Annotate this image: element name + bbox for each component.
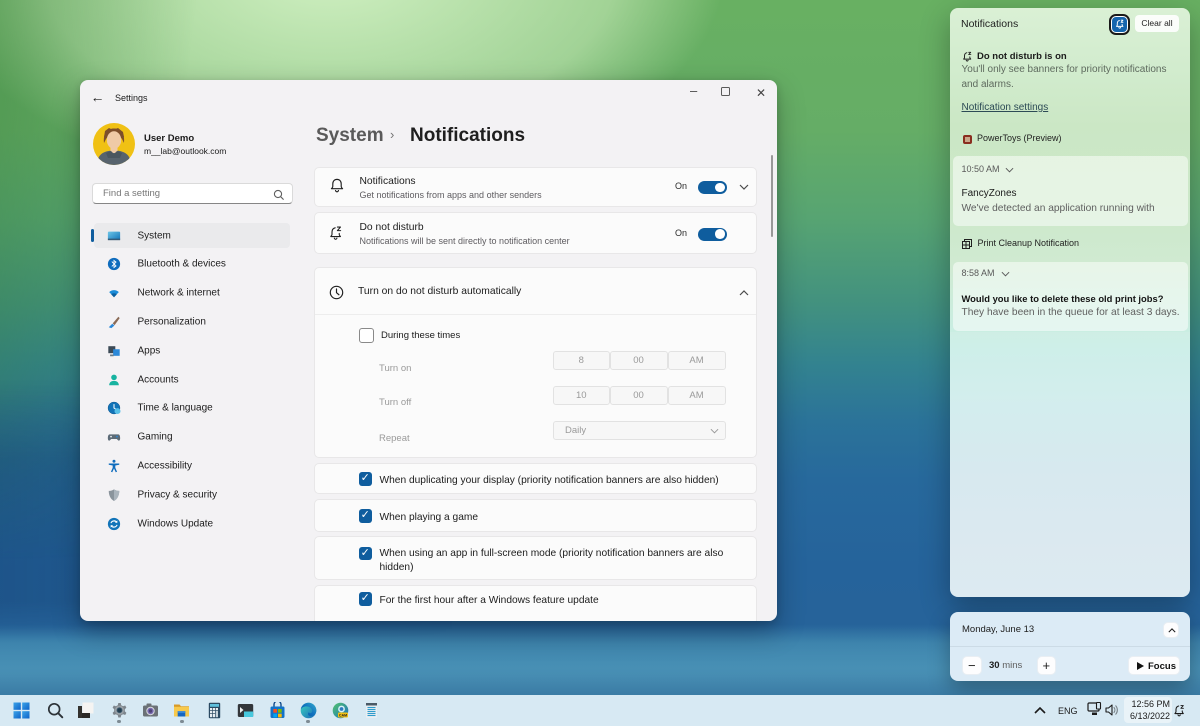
svg-text:CAM: CAM xyxy=(338,713,346,717)
